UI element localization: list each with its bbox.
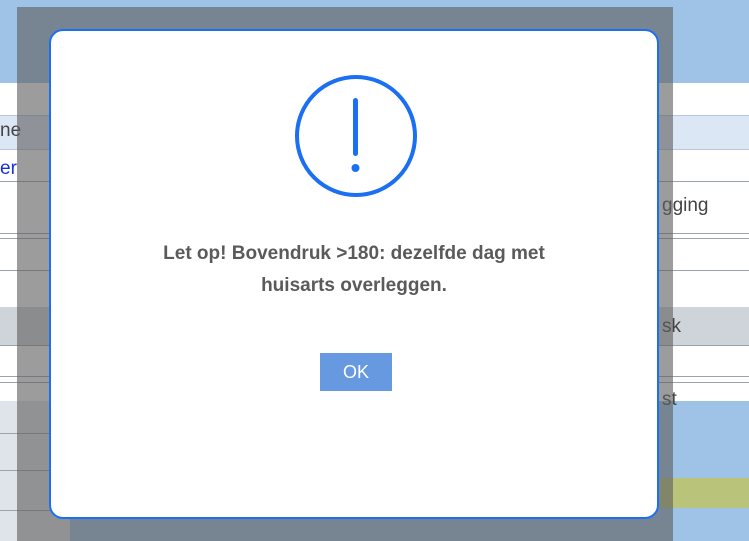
- exclamation-circle-icon: [295, 75, 417, 197]
- background-green-bar: [660, 478, 749, 508]
- alert-dialog: Let op! Bovendruk >180: dezelfde dag met…: [49, 29, 659, 519]
- screen: ne er gging sk mp st Let op! Bovendruk >…: [0, 0, 749, 541]
- alert-message-line-2: huisarts overleggen.: [261, 275, 447, 296]
- ok-button[interactable]: OK: [320, 353, 392, 391]
- background-link[interactable]: er: [0, 158, 17, 180]
- alert-message-line-1: Let op! Bovendruk >180: dezelfde dag met: [163, 243, 545, 264]
- alert-message: Let op! Bovendruk >180: dezelfde dag met…: [71, 238, 637, 302]
